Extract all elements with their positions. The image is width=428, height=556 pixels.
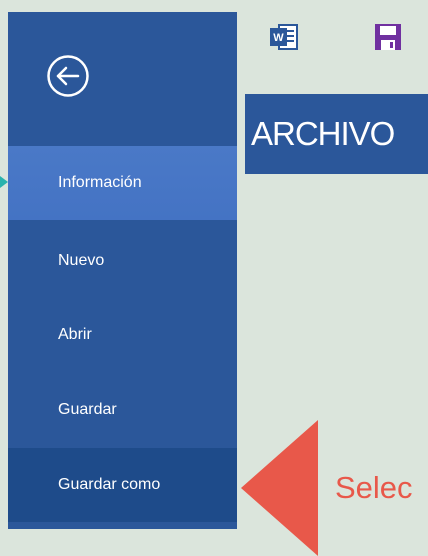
- annotation-text: Selec: [335, 470, 413, 505]
- nav-item-label: Guardar: [58, 401, 117, 418]
- nav-item-label: Información: [58, 174, 142, 191]
- back-arrow-icon: [47, 55, 89, 97]
- nav-item-label: Abrir: [58, 326, 92, 343]
- nav-item-abrir[interactable]: Abrir: [8, 298, 237, 372]
- quick-access-toolbar: W: [245, 12, 428, 82]
- callout-arrow-icon: [241, 420, 318, 556]
- backstage-sidebar: Información Nuevo Abrir Guardar Guardar …: [8, 12, 237, 529]
- nav-item-guardar[interactable]: Guardar: [8, 373, 237, 447]
- nav-item-label: Nuevo: [58, 252, 105, 269]
- back-button[interactable]: [46, 54, 90, 98]
- save-icon[interactable]: [373, 22, 403, 52]
- tab-archivo-label: ARCHIVO: [251, 115, 395, 152]
- pointer-arrow-icon: [0, 176, 8, 188]
- tab-archivo[interactable]: ARCHIVO: [245, 94, 428, 174]
- word-icon[interactable]: W: [269, 22, 299, 52]
- nav-item-label: Guardar como: [58, 476, 161, 493]
- svg-text:W: W: [273, 32, 284, 44]
- nav-item-nuevo[interactable]: Nuevo: [8, 224, 237, 298]
- nav-item-informacion[interactable]: Información: [8, 146, 237, 220]
- nav-item-guardar-como[interactable]: Guardar como: [8, 448, 237, 522]
